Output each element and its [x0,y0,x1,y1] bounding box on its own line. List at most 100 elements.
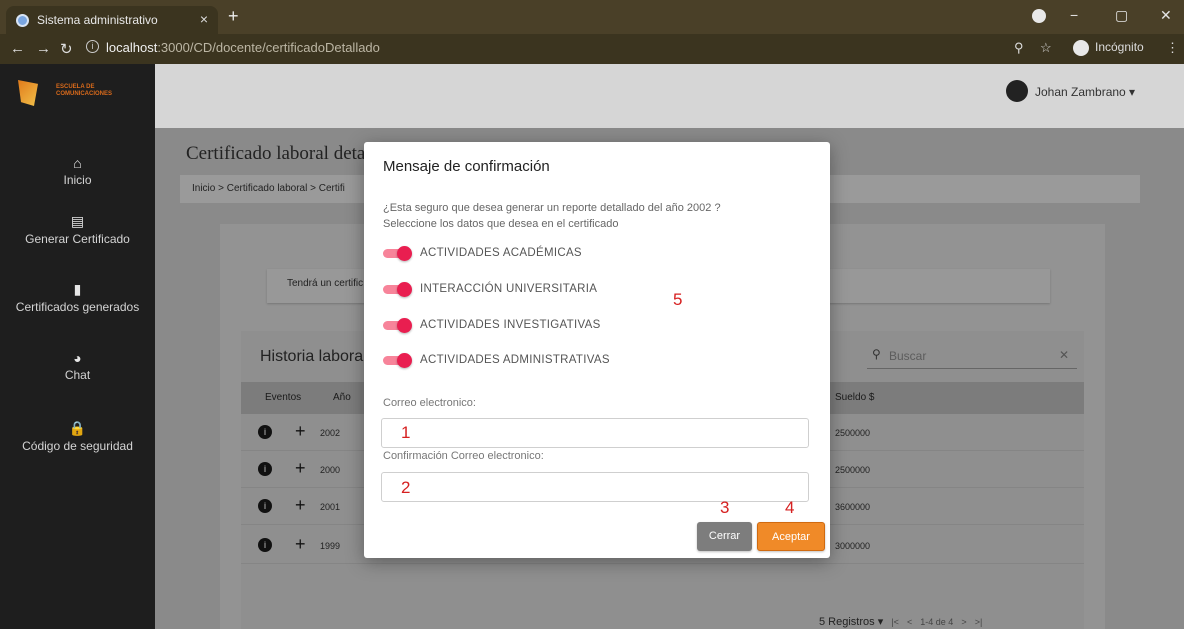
toggle-switch[interactable] [383,282,412,297]
back-icon[interactable]: ← [10,40,25,57]
annotation-4: 4 [785,498,795,517]
info-icon[interactable]: i [258,499,272,513]
url-field[interactable]: localhost:3000/CD/docente/certificadoDet… [106,40,380,55]
info-icon[interactable]: i [258,462,272,476]
forward-icon[interactable]: → [36,40,51,57]
home-icon: ⌂ [73,155,82,171]
toggle-label: ACTIVIDADES INVESTIGATIVAS [420,319,601,331]
prev-page-icon[interactable]: < [907,617,917,627]
clear-icon[interactable]: ✕ [1059,348,1069,362]
site-favicon-icon [16,13,29,27]
sidebar-item-label: Chat [64,368,91,382]
chat-icon: ◕ [73,350,82,366]
lock-icon: 🔒 [68,420,87,436]
page-range: 1-4 de 4 [920,617,954,627]
tab-close-icon[interactable]: × [200,11,208,27]
row-year: 1999 [320,541,341,551]
file-icon: ▮ [73,281,82,297]
per-page-dropdown-icon[interactable]: ▾ [878,616,887,628]
restore-button[interactable]: ▢ [1115,7,1128,24]
logo-text: ESCUELA DE COMUNICACIONES [56,84,113,97]
info-icon[interactable]: i [258,425,272,439]
row-salary: 2500000 [835,428,871,438]
bookmark-star-icon[interactable]: ☆ [1040,40,1052,56]
sidebar-item-label: Certificados generados [15,300,140,314]
annotation-1: 1 [401,423,411,442]
toggle-label: ACTIVIDADES ACADÉMICAS [420,247,582,259]
dialog-message: ¿Esta seguro que desea generar un report… [383,200,721,232]
email-label: Correo electronico: [383,397,476,409]
toggle-actividades-administrativas[interactable]: ACTIVIDADES ADMINISTRATIVAS [383,350,610,370]
incognito-label[interactable]: Incógnito [1095,40,1144,54]
last-page-icon[interactable]: >| [975,617,983,627]
sidebar [0,64,155,629]
toggle-actividades-investigativas[interactable]: ACTIVIDADES INVESTIGATIVAS [383,315,601,335]
add-icon[interactable]: + [295,421,306,442]
incognito-icon [1073,40,1089,56]
add-icon[interactable]: + [295,495,306,516]
toggle-switch[interactable] [383,353,412,368]
minimize-button[interactable]: − [1070,7,1078,23]
email-confirm-field[interactable] [381,472,809,502]
browser-tab[interactable]: Sistema administrativo × [6,6,218,34]
url-host: localhost [106,40,158,55]
toggle-interaccion-universitaria[interactable]: INTERACCIÓN UNIVERSITARIA [383,279,597,299]
history-title: Historia labora [260,348,364,365]
search-icon: ⚲ [872,347,881,361]
annotation-2: 2 [401,478,411,497]
row-salary: 2500000 [835,465,871,475]
column-header-salary[interactable]: Sueldo $ [835,392,874,403]
user-menu[interactable]: Johan Zambrano ▾ [1035,85,1135,99]
column-header-eventos[interactable]: Eventos [265,392,301,403]
email-confirm-label: Confirmación Correo electronico: [383,450,544,462]
info-icon[interactable]: i [258,538,272,552]
sidebar-item-label: Inicio [63,173,92,187]
search-input[interactable]: ⚲ Buscar ✕ [867,345,1077,369]
toggle-actividades-academicas[interactable]: ACTIVIDADES ACADÉMICAS [383,243,582,263]
row-year: 2001 [320,502,341,512]
row-year: 2002 [320,428,341,438]
accept-button[interactable]: Aceptar [757,522,825,551]
row-salary: 3600000 [835,502,871,512]
reload-icon[interactable]: ↻ [60,40,73,58]
sidebar-item-inicio[interactable]: ⌂ Inicio [0,155,155,187]
per-page-select[interactable]: 5 Registros [819,616,875,628]
add-icon[interactable]: + [295,458,306,479]
row-year: 2000 [320,465,341,475]
sidebar-item-generar-certificado[interactable]: ▤ Generar Certificado [0,213,155,246]
toggle-label: ACTIVIDADES ADMINISTRATIVAS [420,354,610,366]
column-header-year[interactable]: Año [333,392,351,403]
zoom-icon[interactable]: ⚲ [1014,40,1024,56]
browser-tabbar: Sistema administrativo × + − ▢ ✕ [0,0,1184,34]
close-button[interactable]: Cerrar [697,522,752,551]
toggle-switch[interactable] [383,318,412,333]
toggle-switch[interactable] [383,246,412,261]
tab-title: Sistema administrativo [37,13,158,27]
row-salary: 3000000 [835,541,871,551]
pagination: 5 Registros ▾ |< < 1-4 de 4 > >| [819,615,982,628]
sidebar-item-certificados-generados[interactable]: ▮ Certificados generados [0,281,155,314]
add-icon[interactable]: + [295,534,306,555]
dialog-title: Mensaje de confirmación [383,158,550,175]
annotation-5: 5 [673,290,683,309]
sidebar-item-chat[interactable]: ◕ Chat [0,350,155,382]
sidebar-item-label: Generar Certificado [25,232,130,246]
browser-menu-icon[interactable]: ⋮ [1166,40,1179,56]
search-placeholder: Buscar [889,349,927,363]
first-page-icon[interactable]: |< [886,617,904,627]
app-topbar [155,64,1184,128]
window-close-button[interactable]: ✕ [1160,7,1172,24]
email-field[interactable] [381,418,809,448]
new-tab-button[interactable]: + [228,6,239,27]
tab-search-icon[interactable] [1032,9,1046,23]
site-info-icon[interactable]: i [86,40,99,53]
sidebar-item-label: Código de seguridad [22,439,133,453]
annotation-3: 3 [720,498,730,517]
user-avatar-icon[interactable] [1006,80,1028,102]
sidebar-item-codigo-seguridad[interactable]: 🔒 Código de seguridad [0,420,155,453]
dialog-instruction: Seleccione los datos que desea en el cer… [383,218,619,230]
page-title: Certificado laboral deta [186,143,366,164]
url-path: :3000/CD/docente/certificadoDetallado [157,40,380,55]
book-icon: ▤ [70,213,85,229]
next-page-icon[interactable]: > [956,617,971,627]
